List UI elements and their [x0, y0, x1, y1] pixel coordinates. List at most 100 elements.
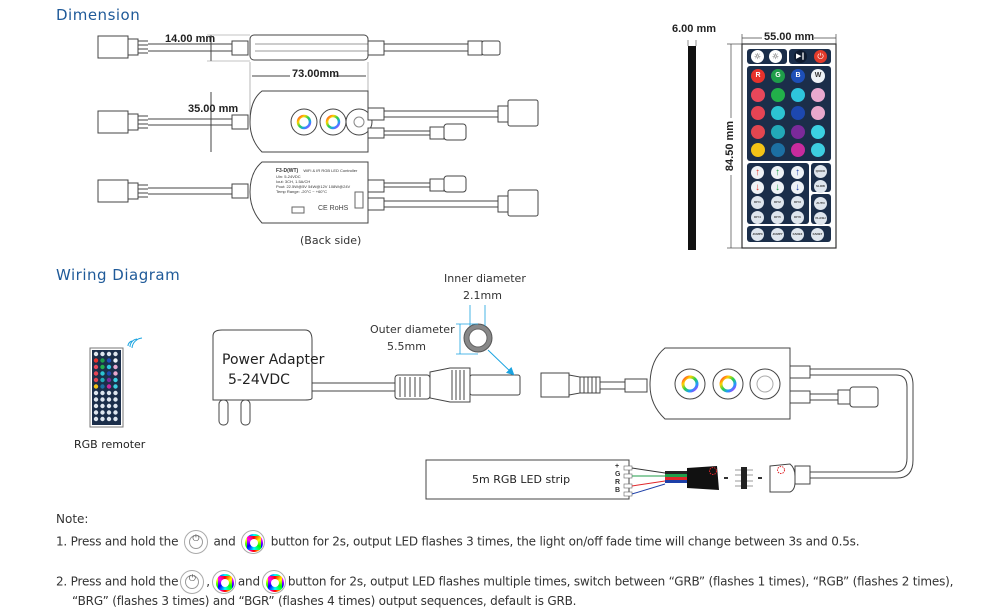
note-2-line-2: “BRG” (flashes 3 times) and “BGR” (flash…	[72, 594, 577, 608]
mini-remote-button	[100, 416, 105, 422]
diy-button[interactable]: DIY5	[771, 211, 784, 224]
bottom-button-fade3[interactable]: FADE3	[791, 227, 804, 241]
mini-remote-button	[93, 351, 99, 357]
remote-width-label: 55.00 mm	[764, 31, 815, 43]
inner-diameter-value: 2.1mm	[463, 289, 502, 302]
mini-remote-button	[113, 410, 118, 415]
color-button[interactable]: W	[811, 69, 825, 83]
power-button-icon	[183, 530, 208, 554]
back-label: F3-D(WT) WiFi & IR RGB LED Controller Ui…	[276, 168, 357, 194]
side-button-flash[interactable]: FLASH	[814, 212, 827, 225]
pin-label-r: R	[615, 479, 621, 486]
mini-remote-button	[106, 403, 112, 409]
diy-button[interactable]: DIY3	[791, 196, 804, 209]
color-button[interactable]	[791, 87, 805, 102]
arrow-down-button[interactable]: ↓	[771, 181, 784, 194]
diy-button[interactable]: DIY6	[791, 211, 804, 224]
mini-remote-button	[106, 416, 112, 422]
mini-remote-button	[106, 358, 112, 363]
remote-thickness-bar	[687, 40, 697, 250]
color-button[interactable]	[751, 124, 765, 139]
note-2-and: and	[237, 574, 260, 589]
controller-top-view	[97, 90, 539, 153]
mini-remote-button	[100, 377, 105, 383]
diy-button[interactable]: DIY2	[771, 196, 784, 209]
controller-body-side	[249, 34, 369, 61]
width-dimension-label: 35.00 mm	[188, 103, 239, 115]
bottom-button-grid: JUMP3 JUMP7 FADE3 FADE7	[747, 226, 831, 242]
color-button[interactable]	[751, 106, 765, 120]
remote-control: ☼ ☼ ▶‖ ⏻ RGBW ↑ ↑ ↑ ↓ ↓ ↓ DIY1 DIY2 DIY3 DIY4 DIY5…	[747, 49, 831, 243]
height-dimension-label: 14.00 mm	[165, 33, 216, 45]
mini-remote-button	[100, 351, 105, 357]
play-pause-button[interactable]: ▶‖	[794, 50, 807, 63]
color-button[interactable]	[811, 87, 825, 102]
diy-button[interactable]: DIY4	[751, 211, 764, 224]
bottom-button-fade7[interactable]: FADE7	[811, 227, 824, 241]
mini-remote-button	[113, 351, 118, 357]
brightness-down-button[interactable]: ☼	[769, 50, 782, 63]
bottom-button-jump7[interactable]: JUMP7	[771, 227, 784, 241]
diy-button[interactable]: DIY1	[751, 196, 764, 209]
mini-remote-button	[100, 358, 105, 363]
back-side-caption: (Back side)	[300, 234, 362, 247]
color-button[interactable]	[791, 143, 805, 157]
strip-pin-labels: + G R B	[615, 463, 620, 495]
note-1-prefix: 1. Press and hold the	[56, 534, 179, 549]
color-button[interactable]	[791, 124, 805, 139]
mini-remote-button	[106, 371, 112, 376]
color-button[interactable]: B	[791, 69, 805, 83]
brightness-up-button[interactable]: ☼	[751, 50, 764, 63]
bottom-button-jump3[interactable]: JUMP3	[751, 227, 764, 241]
mini-remote-button	[113, 403, 118, 409]
mini-remote-button	[93, 364, 99, 370]
mini-remote-button	[93, 403, 99, 409]
power-button[interactable]: ⏻	[814, 50, 827, 63]
mini-remote-button	[93, 397, 99, 402]
speed-button-icon	[241, 530, 266, 554]
mini-remote-button	[106, 390, 112, 396]
mini-remote-button	[93, 390, 99, 396]
color-button[interactable]	[751, 87, 765, 102]
color-button[interactable]	[751, 143, 765, 157]
arrow-up-button[interactable]: ↑	[771, 166, 784, 179]
side-button-quick[interactable]: QUICK	[814, 165, 827, 178]
mini-remote-button	[113, 377, 118, 383]
side-button-slow[interactable]: SLOW	[814, 180, 827, 193]
pin-label-plus: +	[615, 463, 620, 470]
speed-button-icon	[261, 570, 286, 594]
color-button[interactable]: G	[771, 69, 785, 83]
color-button[interactable]	[771, 143, 785, 157]
mini-remote-button	[100, 403, 105, 409]
adapter-voltage: 5-24VDC	[228, 372, 290, 388]
remote-thickness-label: 6.00 mm	[672, 23, 717, 35]
dc-female-connector	[97, 35, 129, 59]
color-button[interactable]	[811, 124, 825, 139]
mini-remote-button	[113, 416, 118, 422]
color-button[interactable]	[771, 106, 785, 120]
color-button[interactable]	[791, 106, 805, 120]
arrow-down-button[interactable]: ↓	[791, 181, 804, 194]
back-label-marks: CE RoHS	[318, 205, 349, 212]
mini-remote-button	[93, 371, 99, 376]
led-strip-label: 5m RGB LED strip	[472, 473, 571, 486]
arrow-up-button[interactable]: ↑	[751, 166, 764, 179]
color-button[interactable]	[771, 124, 785, 139]
mini-remote-button	[100, 384, 105, 389]
note-2: 2. Press and hold the, and button for 2s, …	[56, 570, 953, 594]
color-button[interactable]	[811, 143, 825, 157]
side-button-auto[interactable]: AUTO	[814, 197, 827, 210]
note-2-suffix: button for 2s, output LED flashes multip…	[287, 574, 954, 589]
outer-diameter-label: Outer diameter	[370, 323, 455, 336]
wiring-title: Wiring Diagram	[56, 266, 181, 284]
mini-remote-button	[113, 397, 118, 402]
color-button[interactable]	[811, 106, 825, 120]
mini-remote-button	[113, 371, 118, 376]
diagram-drawing	[89, 34, 914, 500]
arrow-down-button[interactable]: ↓	[751, 181, 764, 194]
mini-remote-button	[106, 377, 112, 383]
color-button[interactable]	[771, 87, 785, 102]
note-2-comma: ,	[206, 574, 210, 589]
color-button[interactable]: R	[751, 69, 765, 83]
arrow-up-button[interactable]: ↑	[791, 166, 804, 179]
